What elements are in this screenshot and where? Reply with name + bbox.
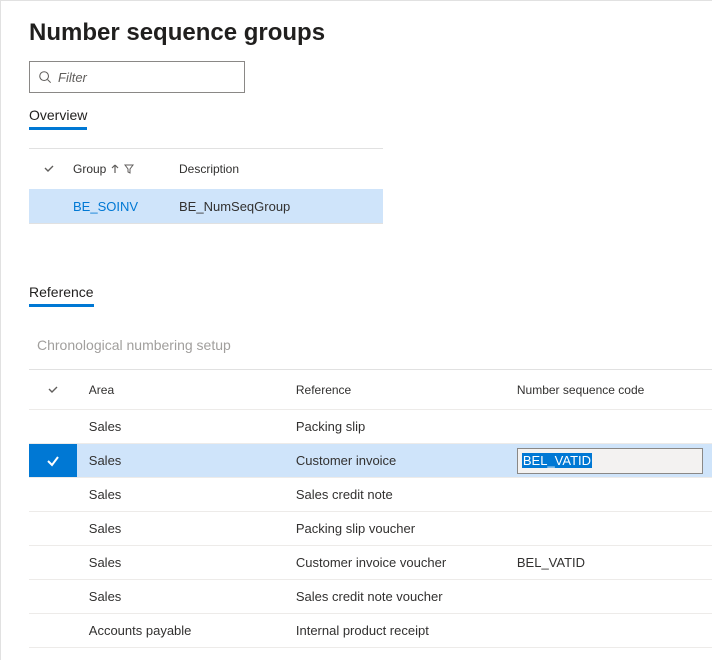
cell-reference[interactable]: Packing slip — [296, 419, 517, 434]
reference-grid-header: Area Reference Number sequence code Sale… — [29, 370, 712, 410]
tab-reference[interactable]: Reference — [29, 284, 94, 307]
overview-grid: Group Description BE_SOINV BE_NumSeqGrou… — [29, 148, 383, 224]
row-marker[interactable] — [29, 444, 77, 477]
cell-reference[interactable]: Customer invoice voucher — [296, 555, 517, 570]
column-header-code[interactable]: Number sequence code — [517, 383, 712, 397]
select-all-toggle[interactable] — [29, 384, 77, 396]
chevron-down-icon — [47, 384, 59, 396]
cell-area[interactable]: Sales — [77, 419, 296, 434]
cell-description[interactable]: BE_NumSeqGroup — [179, 199, 383, 214]
sort-ascending-icon — [110, 164, 120, 174]
number-sequence-code-value: BEL_VATID — [522, 453, 592, 468]
cell-reference[interactable]: Packing slip voucher — [296, 521, 517, 536]
filter-input-container[interactable] — [29, 61, 245, 93]
cell-number-sequence-code[interactable]: BEL_VATID — [517, 555, 712, 570]
column-header-description[interactable]: Description — [179, 162, 383, 176]
checkmark-icon — [46, 454, 60, 468]
column-header-group-label: Group — [73, 162, 106, 176]
reference-row[interactable]: SalesCustomer invoice voucherBEL_VATID — [29, 546, 712, 580]
cell-area[interactable]: Accounts payable — [77, 623, 296, 638]
chevron-down-icon — [43, 163, 55, 175]
search-icon — [38, 70, 52, 84]
filter-icon[interactable] — [124, 164, 134, 174]
cell-area[interactable]: Sales — [77, 487, 296, 502]
cell-area[interactable]: Sales — [77, 555, 296, 570]
select-all-toggle[interactable] — [29, 163, 69, 175]
reference-subtitle: Chronological numbering setup — [37, 337, 712, 353]
cell-reference[interactable]: Sales credit note — [296, 487, 517, 502]
cell-number-sequence-code[interactable]: BEL_VATID — [517, 448, 712, 474]
tab-overview[interactable]: Overview — [29, 107, 87, 130]
reference-row[interactable]: Accounts payableInternal product receipt — [29, 614, 712, 648]
reference-row[interactable]: SalesCustomer invoice BEL_VATID — [29, 444, 712, 478]
cell-area[interactable]: Sales — [77, 589, 296, 604]
page-title: Number sequence groups — [29, 19, 712, 47]
column-header-area[interactable]: Area — [77, 383, 296, 397]
filter-input[interactable] — [58, 70, 236, 85]
reference-row[interactable]: SalesPacking slip voucher — [29, 512, 712, 546]
cell-area[interactable]: Sales — [77, 453, 296, 468]
cell-reference[interactable]: Customer invoice — [296, 453, 517, 468]
column-header-reference[interactable]: Reference — [296, 383, 517, 397]
cell-reference[interactable]: Sales credit note voucher — [296, 589, 517, 604]
reference-grid: Area Reference Number sequence code Sale… — [29, 369, 712, 648]
number-sequence-code-input[interactable]: BEL_VATID — [517, 448, 703, 474]
reference-row[interactable]: SalesPacking slip — [29, 410, 712, 444]
overview-grid-header: Group Description — [29, 149, 383, 189]
column-header-group[interactable]: Group — [69, 162, 179, 176]
reference-row[interactable]: SalesSales credit note — [29, 478, 712, 512]
cell-reference[interactable]: Internal product receipt — [296, 623, 517, 638]
overview-row[interactable]: BE_SOINV BE_NumSeqGroup — [29, 189, 383, 223]
reference-row[interactable]: SalesSales credit note voucher — [29, 580, 712, 614]
cell-group[interactable]: BE_SOINV — [69, 199, 179, 214]
cell-area[interactable]: Sales — [77, 521, 296, 536]
